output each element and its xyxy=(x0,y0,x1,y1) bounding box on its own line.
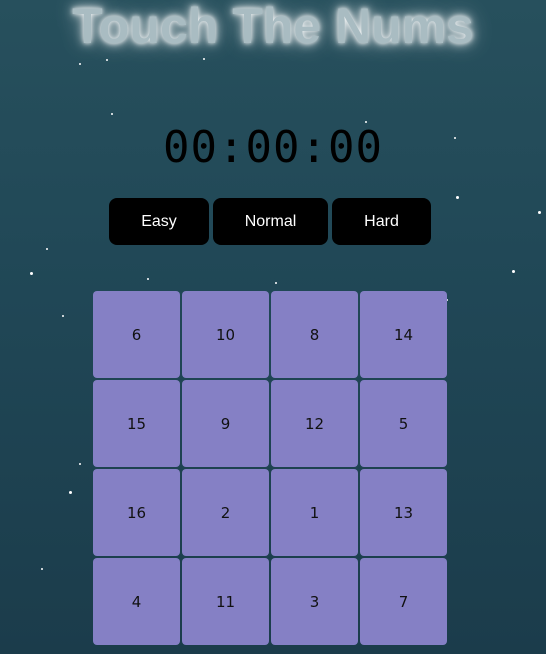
star xyxy=(62,315,64,317)
number-tile[interactable]: 1 xyxy=(271,469,358,556)
normal-button[interactable]: Normal xyxy=(213,198,328,245)
number-tile[interactable]: 11 xyxy=(182,558,269,645)
number-tile[interactable]: 16 xyxy=(93,469,180,556)
star xyxy=(106,59,108,61)
number-tile[interactable]: 4 xyxy=(93,558,180,645)
number-tile[interactable]: 8 xyxy=(271,291,358,378)
game-title: Touch The Nums xyxy=(72,0,474,54)
star xyxy=(79,463,81,465)
number-tile[interactable]: 3 xyxy=(271,558,358,645)
star xyxy=(79,63,81,65)
number-tile[interactable]: 9 xyxy=(182,380,269,467)
star xyxy=(512,270,515,273)
star xyxy=(275,282,277,284)
star xyxy=(203,58,205,60)
difficulty-selector: Easy Normal Hard xyxy=(0,198,546,245)
number-tile[interactable]: 7 xyxy=(360,558,447,645)
number-tile[interactable]: 12 xyxy=(271,380,358,467)
number-tile[interactable]: 15 xyxy=(93,380,180,467)
timer-display: 00:00:00 xyxy=(163,122,383,173)
star xyxy=(111,113,113,115)
number-tile[interactable]: 5 xyxy=(360,380,447,467)
number-tile[interactable]: 2 xyxy=(182,469,269,556)
number-grid: 6 10 8 14 15 9 12 5 16 2 1 13 4 11 3 7 xyxy=(93,291,447,645)
number-tile[interactable]: 13 xyxy=(360,469,447,556)
easy-button[interactable]: Easy xyxy=(109,198,209,245)
star xyxy=(41,568,43,570)
star xyxy=(30,272,33,275)
number-tile[interactable]: 10 xyxy=(182,291,269,378)
hard-button[interactable]: Hard xyxy=(332,198,431,245)
number-tile[interactable]: 6 xyxy=(93,291,180,378)
star xyxy=(147,278,149,280)
star xyxy=(69,491,72,494)
number-tile[interactable]: 14 xyxy=(360,291,447,378)
star xyxy=(46,248,48,250)
